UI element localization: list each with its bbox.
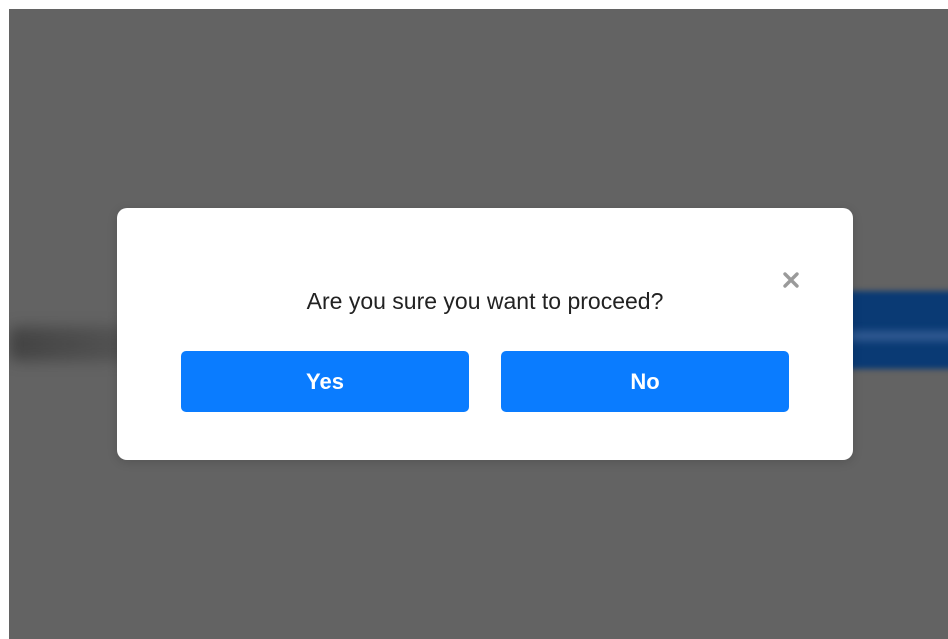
no-button[interactable]: No <box>501 351 789 412</box>
yes-button[interactable]: Yes <box>181 351 469 412</box>
blurred-background-button-label <box>849 331 948 341</box>
dialog-message: Are you sure you want to proceed? <box>306 288 664 314</box>
confirmation-dialog: Are you sure you want to proceed? Yes No <box>117 208 853 460</box>
screen: Are you sure you want to proceed? Yes No <box>0 0 948 639</box>
